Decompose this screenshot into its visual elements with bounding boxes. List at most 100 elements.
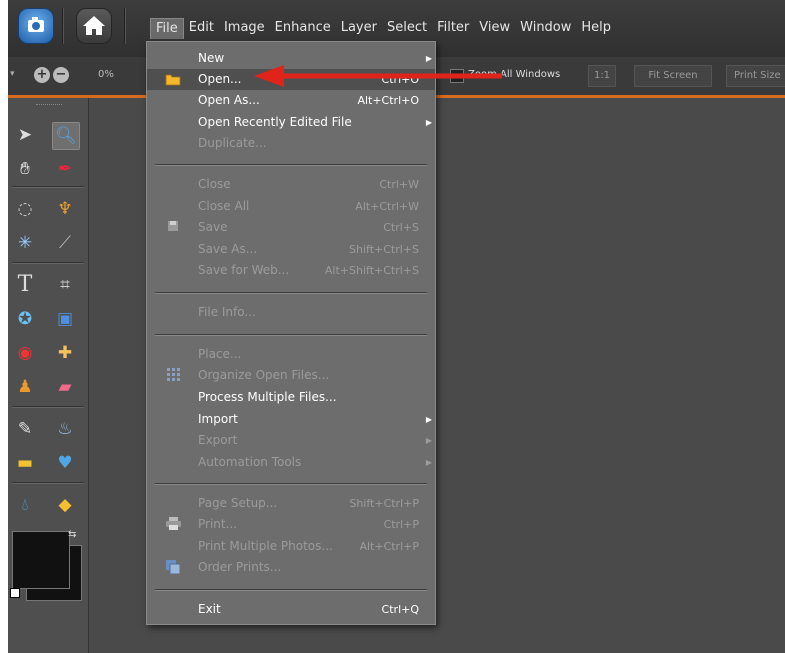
menu-item-label: Open Recently Edited File <box>198 115 352 129</box>
sponge-tool-icon[interactable]: ◆ <box>52 492 78 518</box>
menu-item-label: Import <box>198 412 238 426</box>
zoom-out-icon[interactable]: − <box>53 67 69 83</box>
organize-icon <box>165 368 181 383</box>
menu-item-duplicate[interactable]: Duplicate... <box>147 133 435 154</box>
menu-enhance[interactable]: Enhance <box>270 18 336 39</box>
menu-item-print-multiple-photos[interactable]: Print Multiple Photos... Alt+Ctrl+P <box>147 536 435 557</box>
menu-item-import[interactable]: Import ▶ <box>147 409 435 430</box>
menu-layer[interactable]: Layer <box>336 18 382 39</box>
zoom-in-icon[interactable]: + <box>34 67 50 83</box>
camera-icon <box>28 17 44 32</box>
swap-colors-icon[interactable]: ⇆ <box>68 529 76 540</box>
menu-item-export[interactable]: Export ▶ <box>147 430 435 451</box>
zoom-all-windows-label: Zoom All Windows <box>468 69 561 80</box>
marquee-tool-icon[interactable]: ◌ <box>12 196 38 222</box>
menu-item-label: Save for Web... <box>198 263 290 277</box>
menu-item-label: Page Setup... <box>198 496 278 510</box>
menubar-separator <box>62 8 64 44</box>
crop-tool-icon[interactable]: ⌗ <box>52 272 78 298</box>
save-icon <box>165 220 181 235</box>
menu-item-order-prints[interactable]: Order Prints... <box>147 557 435 578</box>
eyedropper-tool-icon[interactable]: ✒︎ <box>52 156 78 182</box>
menu-item-label: Exit <box>198 602 221 616</box>
lasso-tool-icon[interactable]: ♆ <box>52 196 78 222</box>
brush-tool-icon[interactable]: ✎ <box>12 416 38 442</box>
menu-item-label: Open... <box>198 72 242 86</box>
one-to-one-button[interactable]: 1:1 <box>588 65 616 87</box>
blur-tool-icon[interactable]: 💧︎ <box>12 492 38 518</box>
type-tool-icon[interactable]: T <box>12 272 38 298</box>
menu-item-label: Print... <box>198 517 238 531</box>
tool-separator <box>12 406 84 408</box>
menu-item-shortcut: Ctrl+W <box>379 178 419 191</box>
menu-view[interactable]: View <box>474 18 515 39</box>
fit-screen-button[interactable]: Fit Screen <box>634 65 712 87</box>
menu-item-shortcut: Ctrl+S <box>383 221 419 234</box>
menu-separator <box>155 292 427 294</box>
menu-item-open[interactable]: Open... Ctrl+O <box>147 69 435 90</box>
menu-item-file-info[interactable]: File Info... <box>147 302 435 323</box>
menu-item-label: Print Multiple Photos... <box>198 539 333 553</box>
chevron-down-icon[interactable]: ▾ <box>10 69 15 79</box>
cookie-cutter-tool-icon[interactable]: ✪ <box>12 306 38 332</box>
menu-item-label: Export <box>198 433 238 447</box>
menu-help[interactable]: Help <box>576 18 616 39</box>
menu-item-print[interactable]: Print... Ctrl+P <box>147 514 435 535</box>
paint-bucket-tool-icon[interactable]: ♨ <box>52 416 78 442</box>
order-prints-icon <box>165 560 181 575</box>
menu-item-shortcut: Alt+Ctrl+P <box>359 540 419 553</box>
red-eye-tool-icon[interactable]: ◉ <box>12 340 38 366</box>
eraser-tool-icon[interactable]: ▰ <box>52 374 78 400</box>
print-size-button[interactable]: Print Size <box>726 65 785 87</box>
gradient-tool-icon[interactable]: ▬ <box>12 450 38 476</box>
menu-window[interactable]: Window <box>515 18 576 39</box>
zoom-tool-icon[interactable]: 🔍︎ <box>52 122 80 150</box>
organizer-button[interactable] <box>18 8 54 44</box>
menu-item-label: Close All <box>198 199 250 213</box>
menu-item-new[interactable]: New ▶ <box>147 48 435 69</box>
menu-item-place[interactable]: Place... <box>147 344 435 365</box>
menu-item-close[interactable]: Close Ctrl+W <box>147 174 435 195</box>
menu-item-open-recent[interactable]: Open Recently Edited File ▶ <box>147 112 435 133</box>
menu-item-label: Open As... <box>198 93 260 107</box>
foreground-color-swatch[interactable] <box>12 531 70 589</box>
menu-image[interactable]: Image <box>219 18 270 39</box>
submenu-arrow-icon: ▶ <box>425 458 432 467</box>
quick-selection-tool-icon[interactable]: ⟋ <box>52 230 78 256</box>
menu-item-label: Duplicate... <box>198 136 267 150</box>
menu-file[interactable]: File <box>150 18 184 39</box>
home-icon <box>83 16 105 35</box>
printer-icon <box>165 517 181 532</box>
menu-edit[interactable]: Edit <box>184 18 219 39</box>
menu-item-close-all[interactable]: Close All Alt+Ctrl+W <box>147 196 435 217</box>
menu-separator <box>155 334 427 336</box>
clone-stamp-tool-icon[interactable]: ♟ <box>12 374 38 400</box>
custom-shape-tool-icon[interactable]: ♥ <box>52 450 78 476</box>
move-tool-icon[interactable]: ➤ <box>12 122 38 148</box>
menu-item-shortcut: Shift+Ctrl+S <box>349 243 419 256</box>
menu-item-open-as[interactable]: Open As... Alt+Ctrl+O <box>147 90 435 111</box>
straighten-tool-icon[interactable]: ▣ <box>52 306 78 332</box>
menu-item-process-multiple-files[interactable]: Process Multiple Files... <box>147 387 435 408</box>
zoom-all-windows-checkbox[interactable] <box>450 69 464 83</box>
menu-item-save-as[interactable]: Save As... Shift+Ctrl+S <box>147 239 435 260</box>
healing-brush-tool-icon[interactable]: ✚ <box>52 340 78 366</box>
magic-wand-tool-icon[interactable]: ✳︎ <box>12 230 38 256</box>
panel-grip[interactable] <box>36 104 62 108</box>
menu-item-page-setup[interactable]: Page Setup... Shift+Ctrl+P <box>147 493 435 514</box>
menu-item-organize-open-files[interactable]: Organize Open Files... <box>147 365 435 386</box>
menu-separator <box>155 483 427 485</box>
submenu-arrow-icon: ▶ <box>425 54 432 63</box>
home-button[interactable] <box>76 8 112 44</box>
menu-item-exit[interactable]: Exit Ctrl+Q <box>147 599 435 620</box>
menu-items: File Edit Image Enhance Layer Select Fil… <box>150 18 616 39</box>
tools-panel: ➤ 🔍︎ ✋︎ ✒︎ ◌ ♆ ✳︎ ⟋ T ⌗ ✪ ▣ ◉ ✚ ♟ ▰ ✎ ♨ … <box>8 98 89 653</box>
menu-item-automation-tools[interactable]: Automation Tools ▶ <box>147 452 435 473</box>
hand-tool-icon[interactable]: ✋︎ <box>12 156 38 182</box>
menu-select[interactable]: Select <box>382 18 432 39</box>
menu-filter[interactable]: Filter <box>432 18 474 39</box>
menu-item-save[interactable]: Save Ctrl+S <box>147 217 435 238</box>
zoom-percent[interactable]: 0% <box>98 69 114 80</box>
default-colors-icon[interactable] <box>10 588 20 598</box>
menu-item-save-for-web[interactable]: Save for Web... Alt+Shift+Ctrl+S <box>147 260 435 281</box>
